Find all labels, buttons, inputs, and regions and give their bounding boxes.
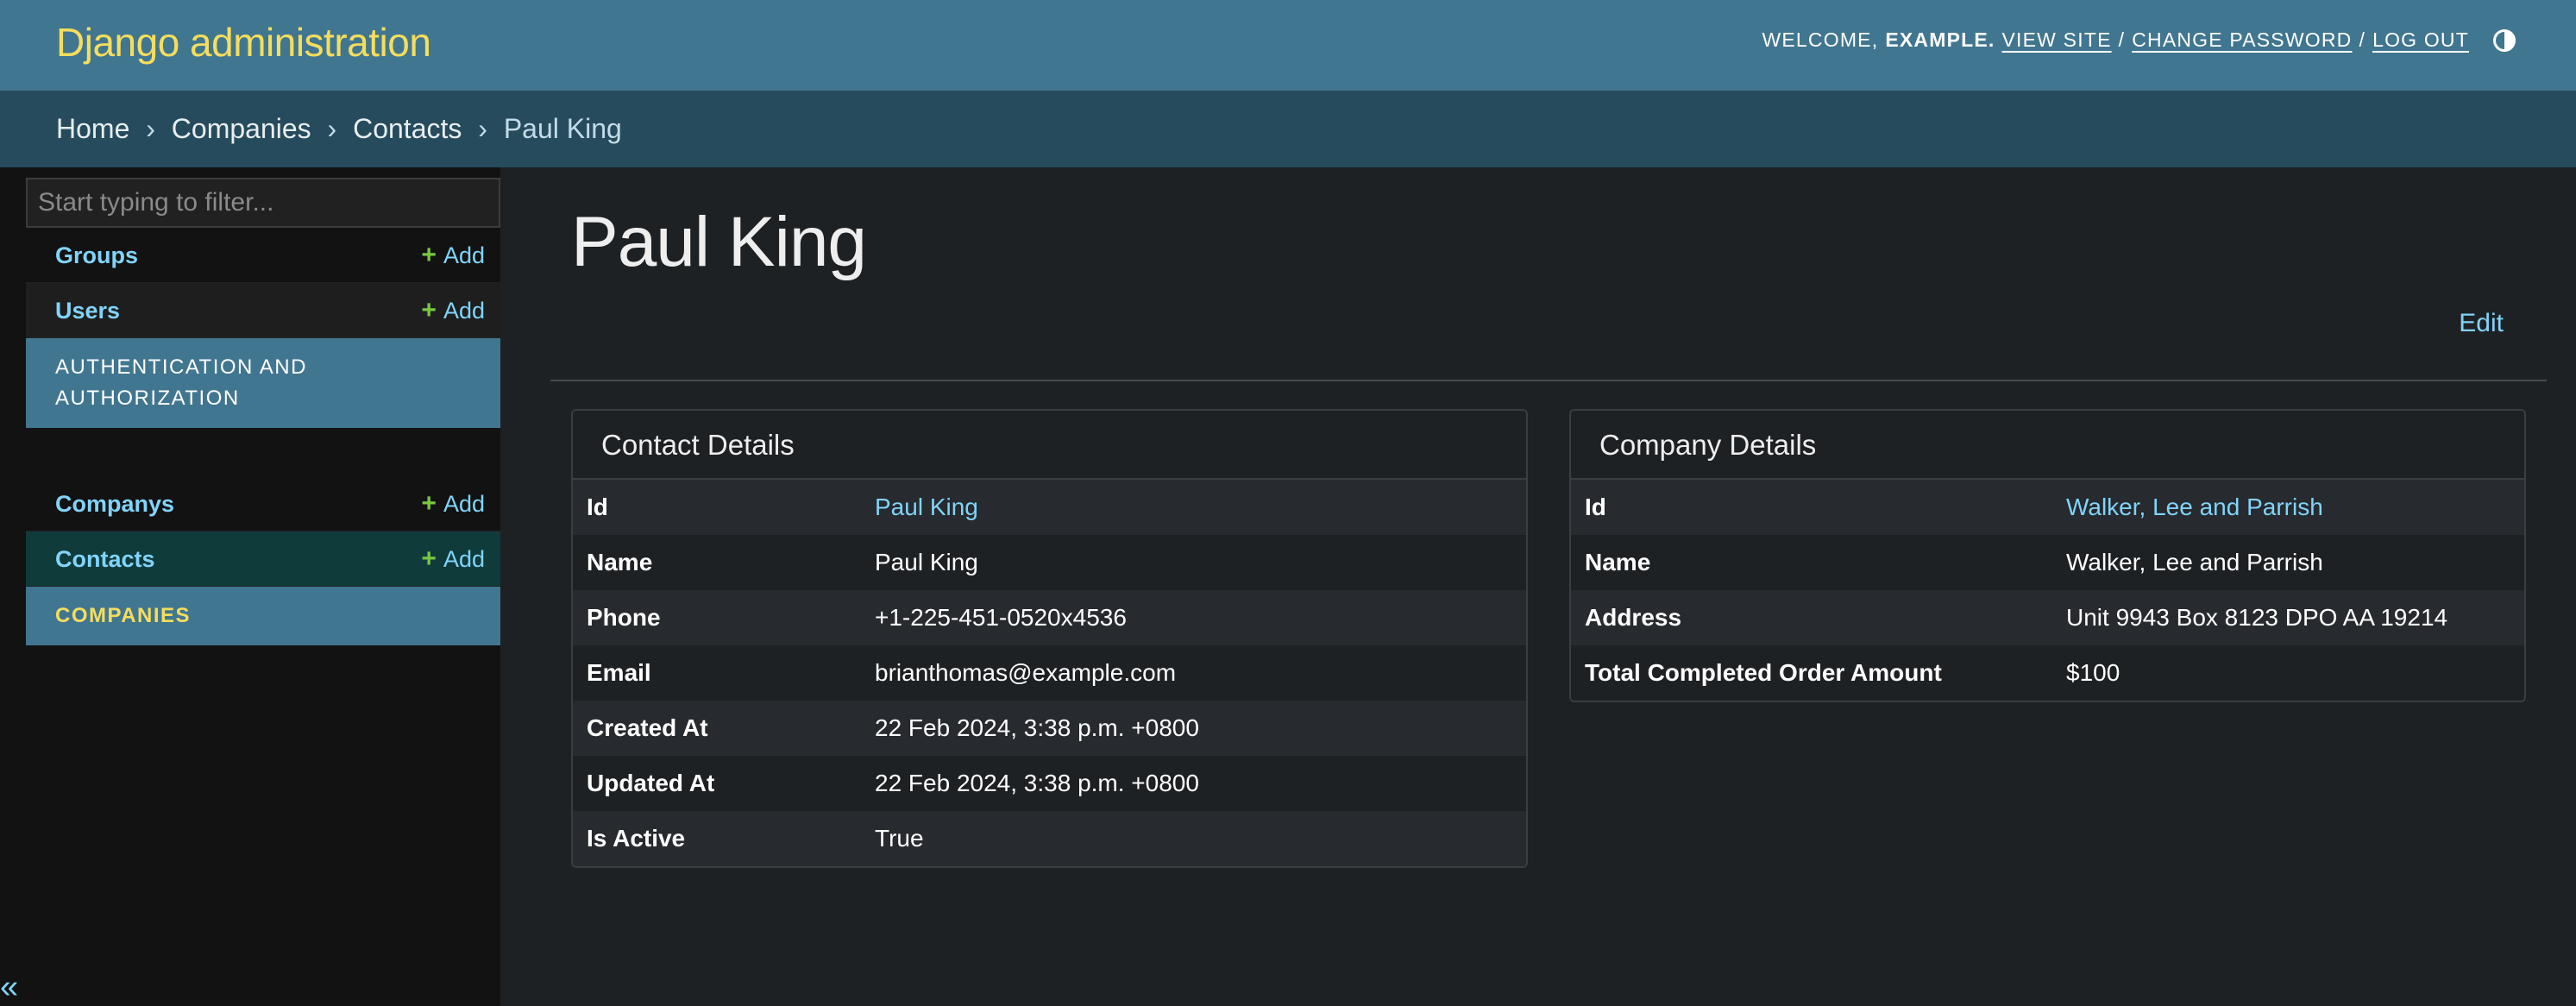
plus-icon: + <box>421 296 437 324</box>
field-label: Total Completed Order Amount <box>1585 659 1942 686</box>
table-row: Id Paul King <box>573 480 1526 535</box>
company-id-link[interactable]: Walker, Lee and Parrish <box>2052 480 2524 535</box>
plus-icon: + <box>421 241 437 269</box>
app-caption-auth[interactable]: Authentication and Authorization <box>26 338 500 428</box>
add-users-link[interactable]: + Add <box>421 283 485 338</box>
edit-link[interactable]: Edit <box>2459 309 2504 338</box>
table-row: Updated At 22 Feb 2024, 3:38 p.m. +0800 <box>573 756 1526 811</box>
sidebar-item-contacts[interactable]: Contacts + Add <box>26 531 500 587</box>
field-value: 22 Feb 2024, 3:38 p.m. +0800 <box>875 714 1199 741</box>
panel-title: Contact Details <box>573 411 1526 480</box>
username: example. <box>1885 28 1995 51</box>
panel-title: Company Details <box>1571 411 2524 480</box>
sidebar: Groups +Add Users +Add Authentication an… <box>0 167 500 1006</box>
welcome-text: Welcome, <box>1762 28 1879 51</box>
double-chevron-left-icon[interactable]: « <box>0 970 18 1004</box>
main-content: Paul King Edit Contact Details Id Paul K… <box>500 167 2576 1006</box>
field-label: Name <box>587 549 653 575</box>
plus-icon: + <box>421 489 437 518</box>
change-password-link[interactable]: Change password <box>2132 28 2352 52</box>
site-brand[interactable]: Django administration <box>56 19 431 66</box>
field-value: Walker, Lee and Parrish <box>2066 549 2323 575</box>
field-value: True <box>875 825 924 852</box>
field-label: Email <box>587 659 651 686</box>
app-caption-companies[interactable]: Companies <box>26 587 500 645</box>
breadcrumb-model[interactable]: Contacts <box>353 113 462 144</box>
nav-filter-input[interactable] <box>26 178 500 228</box>
table-row: Is Active True <box>573 811 1526 866</box>
field-value: brianthomas@example.com <box>875 659 1177 686</box>
breadcrumb-home[interactable]: Home <box>56 113 129 144</box>
sidebar-item-label[interactable]: Groups <box>55 228 138 283</box>
company-details-panel: Company Details Id Walker, Lee and Parri… <box>1569 409 2526 702</box>
company-details-table: Id Walker, Lee and Parrish Name Walker, … <box>1571 480 2524 701</box>
add-groups-link[interactable]: + Add <box>421 228 485 283</box>
field-value: 22 Feb 2024, 3:38 p.m. +0800 <box>875 770 1199 796</box>
field-label: Id <box>587 494 608 520</box>
add-contacts-link[interactable]: + Add <box>421 531 485 587</box>
field-label: Phone <box>587 604 661 631</box>
page-title: Paul King <box>571 203 867 281</box>
sidebar-item-label[interactable]: Companys <box>55 476 174 531</box>
sidebar-item-users[interactable]: Users + Add <box>26 283 500 338</box>
contact-details-table: Id Paul King Name Paul King Phone +1-225… <box>573 480 1526 866</box>
breadcrumb: Home › Companies › Contacts › Paul King <box>0 91 2576 167</box>
field-value: +1-225-451-0520x4536 <box>875 604 1127 631</box>
breadcrumb-separator: › <box>327 113 337 144</box>
sidebar-item-label[interactable]: Users <box>55 283 120 338</box>
field-label: Created At <box>587 714 708 741</box>
table-row: Total Completed Order Amount $100 <box>1571 645 2524 701</box>
separator: / <box>2359 28 2366 51</box>
table-row: Phone +1-225-451-0520x4536 <box>573 590 1526 645</box>
separator: / <box>2118 28 2126 51</box>
divider <box>550 380 2547 381</box>
user-tools: Welcome, example. View site / Change pas… <box>1762 28 2516 52</box>
table-row: Email brianthomas@example.com <box>573 645 1526 701</box>
breadcrumb-separator: › <box>146 113 155 144</box>
field-value: $100 <box>2066 659 2120 686</box>
view-site-link[interactable]: View site <box>2002 28 2112 52</box>
field-label: Updated At <box>587 770 715 796</box>
field-label: Id <box>1585 494 1606 520</box>
table-row: Address Unit 9943 Box 8123 DPO AA 19214 <box>1571 590 2524 645</box>
field-value: Paul King <box>875 549 978 575</box>
plus-icon: + <box>421 544 437 573</box>
field-label: Address <box>1585 604 1682 631</box>
contact-id-link[interactable]: Paul King <box>861 480 1526 535</box>
contact-details-panel: Contact Details Id Paul King Name Paul K… <box>571 409 1528 868</box>
field-label: Is Active <box>587 825 686 852</box>
table-row: Created At 22 Feb 2024, 3:38 p.m. +0800 <box>573 701 1526 756</box>
sidebar-item-companys[interactable]: Companys + Add <box>26 476 500 531</box>
breadcrumb-separator: › <box>478 113 487 144</box>
field-label: Name <box>1585 549 1651 575</box>
header: Django administration Welcome, example. … <box>0 0 2576 91</box>
field-value: Unit 9943 Box 8123 DPO AA 19214 <box>2066 604 2448 631</box>
table-row: Name Walker, Lee and Parrish <box>1571 535 2524 590</box>
sidebar-item-groups[interactable]: Groups + Add <box>26 228 500 283</box>
sidebar-nav: Groups +Add Users +Add Authentication an… <box>26 178 500 645</box>
table-row: Id Walker, Lee and Parrish <box>1571 480 2524 535</box>
log-out-link[interactable]: Log out <box>2372 28 2469 52</box>
theme-toggle-icon[interactable] <box>2493 28 2516 52</box>
breadcrumb-app[interactable]: Companies <box>172 113 311 144</box>
table-row: Name Paul King <box>573 535 1526 590</box>
sidebar-item-label[interactable]: Contacts <box>55 531 155 587</box>
breadcrumb-current: Paul King <box>503 113 622 144</box>
add-companys-link[interactable]: + Add <box>421 476 485 531</box>
